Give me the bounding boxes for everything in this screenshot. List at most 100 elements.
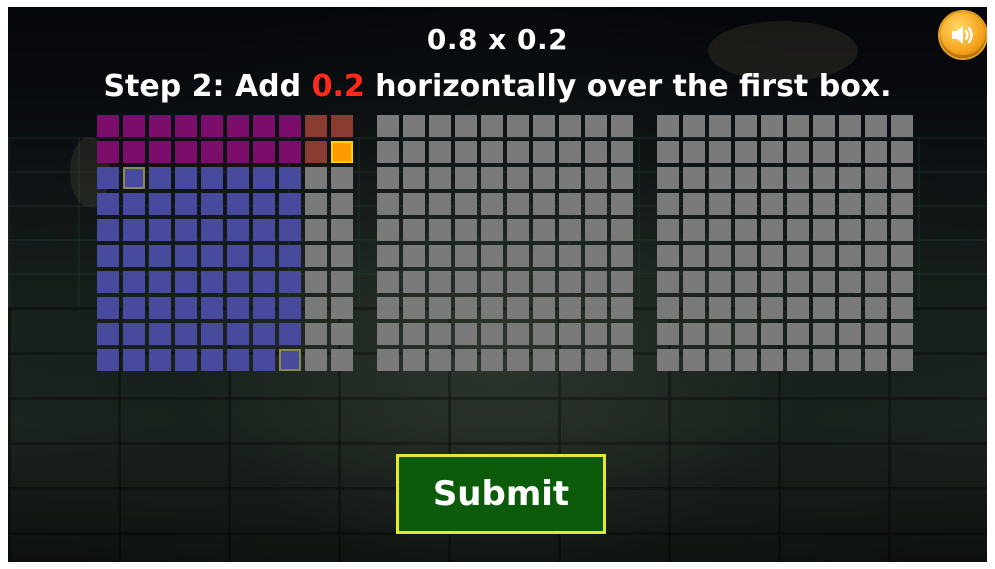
grid-1-cell-r6-c7[interactable]	[253, 245, 275, 267]
grid-3-cell-r10-c9[interactable]	[865, 349, 887, 371]
grid-1-cell-r8-c1[interactable]	[97, 297, 119, 319]
grid-1-cell-r1-c2[interactable]	[123, 115, 145, 137]
grid-1-cell-r3-c6[interactable]	[227, 167, 249, 189]
grid-3-cell-r10-c3[interactable]	[709, 349, 731, 371]
grid-1-cell-r3-c7[interactable]	[253, 167, 275, 189]
grid-2-cell-r3-c6[interactable]	[507, 167, 529, 189]
grid-1-cell-r2-c4[interactable]	[175, 141, 197, 163]
grid-1-cell-r8-c3[interactable]	[149, 297, 171, 319]
grid-2-cell-r2-c7[interactable]	[533, 141, 555, 163]
grid-2-cell-r10-c2[interactable]	[403, 349, 425, 371]
grid-2-cell-r8-c4[interactable]	[455, 297, 477, 319]
grid-3-cell-r4-c5[interactable]	[761, 193, 783, 215]
grid-3-cell-r8-c3[interactable]	[709, 297, 731, 319]
grid-2-cell-r1-c1[interactable]	[377, 115, 399, 137]
grid-3-cell-r1-c5[interactable]	[761, 115, 783, 137]
grid-3-cell-r3-c7[interactable]	[813, 167, 835, 189]
grid-3-cell-r6-c5[interactable]	[761, 245, 783, 267]
grid-1-cell-r10-c4[interactable]	[175, 349, 197, 371]
grid-1-cell-r9-c9[interactable]	[305, 323, 327, 345]
grid-1-cell-r7-c9[interactable]	[305, 271, 327, 293]
grid-2-cell-r10-c6[interactable]	[507, 349, 529, 371]
grid-1-cell-r10-c8[interactable]	[279, 349, 301, 371]
grid-1-cell-r6-c4[interactable]	[175, 245, 197, 267]
grid-1-cell-r5-c4[interactable]	[175, 219, 197, 241]
grid-3-cell-r1-c2[interactable]	[683, 115, 705, 137]
grid-2-cell-r7-c7[interactable]	[533, 271, 555, 293]
grid-1-cell-r8-c9[interactable]	[305, 297, 327, 319]
grid-2-cell-r9-c3[interactable]	[429, 323, 451, 345]
grid-2-cell-r6-c6[interactable]	[507, 245, 529, 267]
grid-2-cell-r2-c8[interactable]	[559, 141, 581, 163]
grid-3-cell-r7-c5[interactable]	[761, 271, 783, 293]
grid-2-cell-r10-c3[interactable]	[429, 349, 451, 371]
grid-3-cell-r3-c8[interactable]	[839, 167, 861, 189]
grid-3-cell-r5-c7[interactable]	[813, 219, 835, 241]
grid-3-cell-r10-c7[interactable]	[813, 349, 835, 371]
grid-3-cell-r10-c10[interactable]	[891, 349, 913, 371]
grid-1-cell-r9-c7[interactable]	[253, 323, 275, 345]
grid-2-cell-r3-c5[interactable]	[481, 167, 503, 189]
grid-2-cell-r2-c4[interactable]	[455, 141, 477, 163]
grid-2-cell-r8-c10[interactable]	[611, 297, 633, 319]
grid-2-cell-r1-c8[interactable]	[559, 115, 581, 137]
grid-1-cell-r5-c9[interactable]	[305, 219, 327, 241]
grid-2-cell-r4-c1[interactable]	[377, 193, 399, 215]
grid-3-cell-r10-c1[interactable]	[657, 349, 679, 371]
grid-2-cell-r6-c2[interactable]	[403, 245, 425, 267]
grid-2-cell-r8-c1[interactable]	[377, 297, 399, 319]
grid-1-cell-r1-c5[interactable]	[201, 115, 223, 137]
grid-1-cell-r9-c6[interactable]	[227, 323, 249, 345]
grid-1-cell-r6-c1[interactable]	[97, 245, 119, 267]
grid-1-cell-r5-c3[interactable]	[149, 219, 171, 241]
grid-1-cell-r9-c4[interactable]	[175, 323, 197, 345]
grid-2-cell-r4-c6[interactable]	[507, 193, 529, 215]
grid-3-cell-r4-c2[interactable]	[683, 193, 705, 215]
grid-2-cell-r1-c6[interactable]	[507, 115, 529, 137]
grid-1-cell-r10-c5[interactable]	[201, 349, 223, 371]
grid-1-cell-r9-c3[interactable]	[149, 323, 171, 345]
grid-2-cell-r7-c8[interactable]	[559, 271, 581, 293]
grid-1-cell-r1-c10[interactable]	[331, 115, 353, 137]
grid-2-cell-r1-c10[interactable]	[611, 115, 633, 137]
grid-3-cell-r4-c3[interactable]	[709, 193, 731, 215]
grid-3-cell-r4-c6[interactable]	[787, 193, 809, 215]
grid-1-cell-r1-c4[interactable]	[175, 115, 197, 137]
grid-3-cell-r6-c9[interactable]	[865, 245, 887, 267]
grid-3-cell-r4-c4[interactable]	[735, 193, 757, 215]
grid-1-cell-r9-c10[interactable]	[331, 323, 353, 345]
grid-1-cell-r9-c2[interactable]	[123, 323, 145, 345]
grid-2-cell-r5-c10[interactable]	[611, 219, 633, 241]
grid-3-cell-r4-c8[interactable]	[839, 193, 861, 215]
grid-1-cell-r9-c5[interactable]	[201, 323, 223, 345]
grid-3-cell-r8-c7[interactable]	[813, 297, 835, 319]
grid-3-cell-r8-c2[interactable]	[683, 297, 705, 319]
grid-3-cell-r10-c4[interactable]	[735, 349, 757, 371]
grid-1-cell-r6-c3[interactable]	[149, 245, 171, 267]
grid-3-cell-r7-c1[interactable]	[657, 271, 679, 293]
grid-2-cell-r6-c9[interactable]	[585, 245, 607, 267]
grid-2-cell-r4-c2[interactable]	[403, 193, 425, 215]
grid-1-cell-r2-c8[interactable]	[279, 141, 301, 163]
grid-2-cell-r7-c9[interactable]	[585, 271, 607, 293]
grid-1-cell-r7-c5[interactable]	[201, 271, 223, 293]
grid-1-cell-r3-c8[interactable]	[279, 167, 301, 189]
grid-2-cell-r8-c7[interactable]	[533, 297, 555, 319]
grid-2-cell-r4-c8[interactable]	[559, 193, 581, 215]
grid-2-cell-r3-c9[interactable]	[585, 167, 607, 189]
grid-1-cell-r5-c10[interactable]	[331, 219, 353, 241]
grid-3-cell-r5-c2[interactable]	[683, 219, 705, 241]
grid-2-cell-r8-c5[interactable]	[481, 297, 503, 319]
grid-2-cell-r3-c4[interactable]	[455, 167, 477, 189]
grid-3-cell-r7-c9[interactable]	[865, 271, 887, 293]
grid-3-cell-r9-c1[interactable]	[657, 323, 679, 345]
grid-2-cell-r2-c9[interactable]	[585, 141, 607, 163]
grid-1-cell-r2-c3[interactable]	[149, 141, 171, 163]
grid-2-cell-r4-c7[interactable]	[533, 193, 555, 215]
grid-1-cell-r3-c9[interactable]	[305, 167, 327, 189]
sound-toggle-button[interactable]	[940, 12, 986, 58]
grid-2-cell-r1-c5[interactable]	[481, 115, 503, 137]
grid-2-cell-r1-c4[interactable]	[455, 115, 477, 137]
grid-1-cell-r1-c1[interactable]	[97, 115, 119, 137]
grid-2-cell-r8-c2[interactable]	[403, 297, 425, 319]
